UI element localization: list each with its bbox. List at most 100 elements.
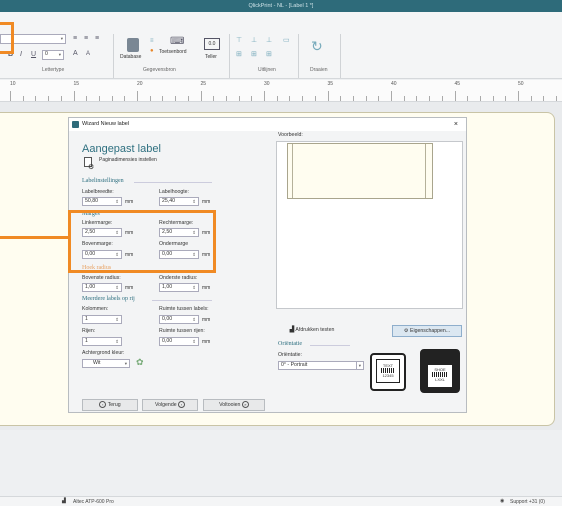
align-middle-icon[interactable]: ⊥ bbox=[251, 36, 257, 44]
keyboard-icon: ⌨ bbox=[170, 36, 185, 47]
ruler-tick bbox=[22, 96, 24, 101]
counter-button[interactable]: 0.0 Teller bbox=[202, 38, 224, 66]
unit-label: mm bbox=[125, 285, 134, 291]
italic-button[interactable]: I bbox=[20, 51, 22, 58]
columns-label: Kolommen: bbox=[82, 306, 109, 312]
ruler-tick bbox=[86, 96, 88, 101]
ruler-tick bbox=[289, 96, 291, 101]
columns-input[interactable]: 1 ⇕ bbox=[82, 315, 122, 324]
ruler-tick bbox=[543, 96, 545, 101]
ruler-tick bbox=[175, 96, 177, 101]
next-button[interactable]: Volgende › bbox=[142, 399, 198, 411]
ruler-tick bbox=[48, 96, 50, 101]
ruler-tick bbox=[238, 96, 240, 101]
background-color-select[interactable]: Wit ▾ bbox=[82, 359, 130, 368]
ruler-tick bbox=[327, 91, 329, 101]
ruler-tick bbox=[492, 96, 494, 101]
ruler-number: 20 bbox=[137, 81, 143, 87]
support-phone: Support +31 (0) bbox=[510, 499, 545, 505]
counter-icon: 0.0 bbox=[204, 38, 220, 50]
printer-code-sample: 12345 bbox=[382, 373, 394, 378]
align-vcenter-icon[interactable]: ⊞ bbox=[251, 50, 257, 58]
ruler-tick bbox=[314, 96, 316, 101]
ruler-tick bbox=[518, 91, 519, 101]
ruler-tick bbox=[264, 91, 265, 101]
ruler-tick bbox=[441, 96, 443, 101]
ruler-tick bbox=[276, 96, 278, 101]
landscape-printer-icon: SHOE LXXL bbox=[420, 349, 460, 393]
gap-rows-input[interactable]: 0,00 ⇕ bbox=[159, 337, 199, 346]
unit-label: mm bbox=[202, 199, 211, 205]
ribbon: ▾ ≡ ≡ ≡ B I U 0 ▾ A A Lettertype Database… bbox=[0, 12, 562, 79]
datasource-icon[interactable]: ≡ bbox=[150, 38, 154, 44]
ruler-tick bbox=[454, 91, 456, 101]
orientation-select[interactable]: 0° - Portrait ▾ bbox=[278, 361, 364, 370]
ribbon-separator bbox=[340, 34, 341, 78]
app-icon bbox=[72, 121, 79, 128]
rows-label: Rijen: bbox=[82, 328, 96, 334]
ruler-tick bbox=[200, 91, 202, 101]
align-center-icon[interactable]: ≡ bbox=[84, 35, 88, 42]
ribbon-separator bbox=[229, 34, 230, 78]
keyboard-button[interactable]: ● Toetsenbord bbox=[150, 48, 188, 60]
rows-input[interactable]: 1 ⇕ bbox=[82, 337, 122, 346]
test-print-button[interactable]: ▟ Afdrukken testen bbox=[278, 325, 346, 337]
back-button[interactable]: ‹ Terug bbox=[82, 399, 138, 411]
finish-button[interactable]: Voltooien » bbox=[203, 399, 265, 411]
unit-label: mm bbox=[202, 339, 211, 345]
ruler-tick bbox=[213, 96, 215, 101]
font-grow-button[interactable]: A bbox=[73, 50, 78, 57]
ruler-number: 40 bbox=[391, 81, 397, 87]
datasource-group-label: Gegevensbron bbox=[143, 67, 176, 73]
ruler-tick bbox=[124, 96, 126, 101]
settings-icon: ⚙ bbox=[403, 328, 409, 334]
group-icon[interactable]: ▭ bbox=[283, 36, 290, 44]
label-height-label: Labelhoogte: bbox=[159, 189, 190, 195]
close-icon[interactable]: × bbox=[454, 118, 458, 131]
ruler-tick bbox=[352, 96, 354, 101]
underline-button[interactable]: U bbox=[31, 51, 36, 58]
gap-labels-label: Ruimte tussen labels: bbox=[159, 306, 209, 312]
align-left-icon[interactable]: ≡ bbox=[73, 35, 77, 42]
ruler-tick bbox=[137, 91, 138, 101]
top-radius-input[interactable]: 1,00 ⇕ bbox=[82, 283, 122, 292]
section-divider bbox=[310, 345, 350, 346]
bottom-radius-label: Onderste radius: bbox=[159, 275, 198, 281]
gear-icon: ⚙ bbox=[88, 164, 95, 171]
align-right-icon[interactable]: ≡ bbox=[95, 35, 99, 42]
color-picker-icon[interactable]: ✿ bbox=[136, 357, 144, 368]
top-radius-label: Bovenste radius: bbox=[82, 275, 121, 281]
bottom-radius-input[interactable]: 1,00 ⇕ bbox=[159, 283, 199, 292]
ruler-tick bbox=[416, 96, 418, 101]
align-bottom-icon[interactable]: ⊥ bbox=[266, 36, 272, 44]
support-icon: ◉ bbox=[500, 498, 505, 504]
distribute-icon[interactable]: ⊞ bbox=[266, 50, 272, 58]
ruler-tick bbox=[429, 96, 431, 101]
section-corner-radius: Hoek radius bbox=[82, 265, 112, 271]
align-top-icon[interactable]: ⊤ bbox=[236, 36, 242, 44]
ruler-tick bbox=[530, 96, 532, 101]
font-size-input[interactable]: 0 ▾ bbox=[42, 50, 64, 60]
rotate-icon[interactable]: ↻ bbox=[311, 38, 323, 55]
unit-label: mm bbox=[202, 285, 211, 291]
ruler-tick bbox=[98, 96, 100, 101]
gap-rows-label: Ruimte tussen rijen: bbox=[159, 328, 205, 334]
ruler-tick bbox=[251, 96, 253, 101]
database-button[interactable]: Database bbox=[120, 38, 146, 66]
page-title: Aangepast label bbox=[82, 143, 161, 155]
font-shrink-button[interactable]: A bbox=[86, 51, 90, 57]
gap-labels-input[interactable]: 0,00 ⇕ bbox=[159, 315, 199, 324]
ribbon-separator bbox=[298, 34, 299, 78]
align-hcenter-icon[interactable]: ⊞ bbox=[236, 50, 242, 58]
label-width-input[interactable]: 50,80 ⇕ bbox=[82, 197, 122, 206]
dialog-title: Wizard Nieuw label bbox=[82, 121, 130, 127]
ruler-tick bbox=[10, 91, 11, 101]
properties-button[interactable]: ⚙ Eigenschappen... bbox=[392, 325, 462, 337]
window-title: QlickPrint - NL - [Label 1 *] bbox=[0, 0, 562, 12]
ribbon-separator bbox=[113, 34, 114, 78]
ruler-number: 50 bbox=[518, 81, 524, 87]
label-height-input[interactable]: 25,40 ⇕ bbox=[159, 197, 199, 206]
section-label-settings: Labelinstellingen bbox=[82, 178, 124, 184]
printer-status-icon: ▟ bbox=[62, 498, 66, 504]
ruler-number: 25 bbox=[200, 81, 207, 87]
